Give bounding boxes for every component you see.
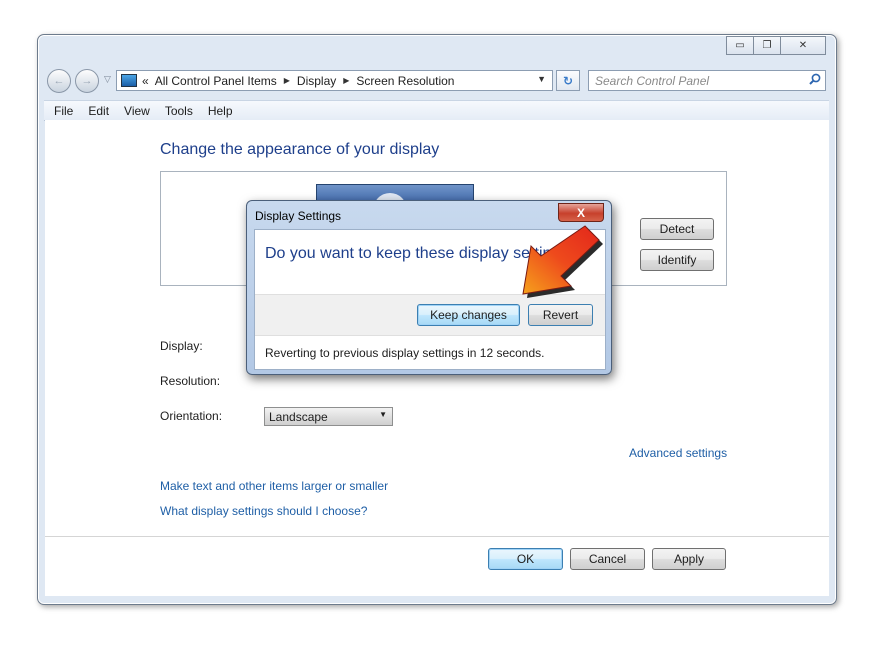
breadcrumb-separator-icon[interactable]: ▶ — [284, 76, 290, 85]
menu-bar: File Edit View Tools Help — [44, 100, 829, 121]
refresh-icon: ↻ — [562, 73, 574, 88]
resolution-label: Resolution: — [160, 374, 221, 388]
menu-view[interactable]: View — [124, 104, 150, 118]
text-size-link[interactable]: Make text and other items larger or smal… — [160, 479, 388, 493]
breadcrumb-overflow[interactable]: « — [142, 74, 149, 88]
forward-button[interactable]: → — [75, 69, 99, 93]
control-panel-icon — [121, 74, 137, 87]
identify-button[interactable]: Identify — [640, 249, 714, 271]
address-dropdown-icon[interactable]: ▼ — [537, 74, 546, 84]
detect-button[interactable]: Detect — [640, 218, 714, 240]
refresh-button[interactable]: ↻ — [556, 70, 580, 91]
ok-button[interactable]: OK — [488, 548, 563, 570]
chevron-down-icon: ▼ — [379, 410, 387, 419]
orientation-select[interactable]: Landscape ▼ — [264, 407, 393, 426]
breadcrumb-screen-resolution[interactable]: Screen Resolution — [356, 74, 454, 88]
breadcrumb-display[interactable]: Display — [297, 74, 336, 88]
page-title: Change the appearance of your display — [160, 141, 440, 158]
orientation-label: Orientation: — [160, 409, 223, 423]
minimize-button[interactable]: ▭ — [726, 36, 754, 55]
menu-help[interactable]: Help — [208, 104, 233, 118]
back-button[interactable]: ← — [47, 69, 71, 93]
divider — [45, 536, 829, 537]
menu-tools[interactable]: Tools — [165, 104, 193, 118]
pointer-arrow-icon — [522, 225, 603, 298]
back-arrow-icon: ← — [53, 75, 65, 87]
window-controls: ▭ ❐ ✕ — [726, 36, 826, 55]
apply-button[interactable]: Apply — [652, 548, 726, 570]
close-window-button[interactable]: ✕ — [780, 36, 826, 55]
keep-changes-button[interactable]: Keep changes — [417, 304, 520, 326]
advanced-settings-link[interactable]: Advanced settings — [629, 446, 727, 460]
menu-file[interactable]: File — [54, 104, 73, 118]
dialog-button-area: Keep changes Revert — [255, 294, 605, 336]
display-label: Display: — [160, 339, 203, 353]
dialog-title: Display Settings — [255, 209, 342, 223]
address-bar[interactable]: « All Control Panel Items ▶ Display ▶ Sc… — [116, 70, 553, 91]
breadcrumb-separator-icon[interactable]: ▶ — [343, 76, 349, 85]
revert-countdown-text: Reverting to previous display settings i… — [265, 346, 545, 360]
close-icon: X — [576, 205, 585, 220]
search-icon[interactable] — [809, 73, 821, 88]
search-box[interactable] — [588, 70, 826, 91]
search-input[interactable] — [589, 72, 802, 89]
cancel-button[interactable]: Cancel — [570, 548, 645, 570]
menu-edit[interactable]: Edit — [88, 104, 109, 118]
forward-arrow-icon: → — [81, 75, 93, 87]
display-settings-help-link[interactable]: What display settings should I choose? — [160, 504, 367, 518]
recent-pages-dropdown[interactable]: ▽ — [104, 74, 111, 85]
maximize-button[interactable]: ❐ — [753, 36, 781, 55]
breadcrumb-all-control-panel-items[interactable]: All Control Panel Items — [155, 74, 277, 88]
revert-button[interactable]: Revert — [528, 304, 593, 326]
orientation-value: Landscape — [269, 409, 328, 424]
